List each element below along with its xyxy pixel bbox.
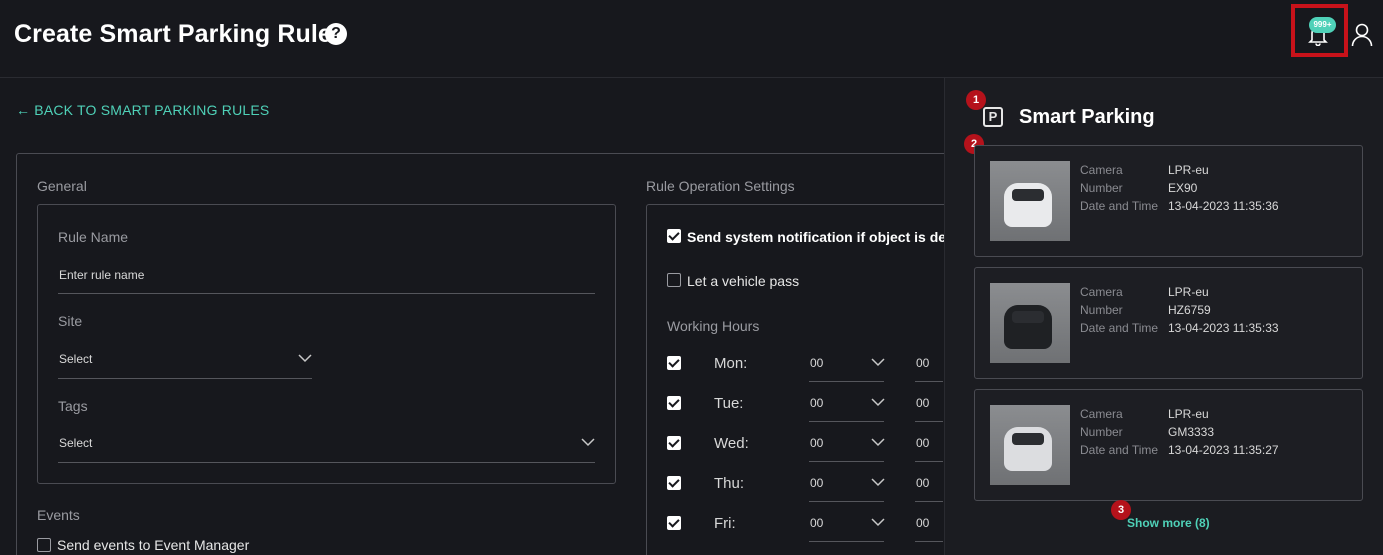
day-label-thu: Thu:: [714, 475, 745, 492]
back-to-rules-link[interactable]: ← BACK TO SMART PARKING RULES: [16, 102, 269, 118]
camera-label: Camera: [1080, 285, 1123, 299]
hour-from-mon[interactable]: 00: [810, 356, 823, 370]
hour-underline: [915, 421, 943, 422]
vehicle-thumbnail: [990, 161, 1070, 241]
working-hours-label: Working Hours: [667, 318, 760, 334]
rule-name-underline: [58, 293, 595, 294]
operation-section: [646, 204, 956, 555]
hour-chevron-down-icon[interactable]: [871, 358, 885, 367]
day-label-tue: Tue:: [714, 395, 744, 412]
notify-checkbox[interactable]: [667, 229, 681, 243]
day-label-fri: Fri:: [714, 515, 736, 532]
hour-from-tue[interactable]: 00: [810, 396, 823, 410]
hour-underline: [915, 541, 943, 542]
general-section: [37, 204, 616, 484]
tags-label: Tags: [58, 398, 88, 414]
site-chevron-down-icon[interactable]: [298, 354, 312, 363]
hour-chevron-down-icon[interactable]: [871, 438, 885, 447]
hour-chevron-down-icon[interactable]: [871, 398, 885, 407]
page-title: Create Smart Parking Rule: [14, 20, 332, 48]
panel-title: Smart Parking: [1019, 106, 1155, 128]
camera-label: Camera: [1080, 407, 1123, 421]
events-section-label: Events: [37, 507, 80, 523]
let-vehicle-pass-checkbox[interactable]: [667, 273, 681, 287]
number-label: Number: [1080, 425, 1123, 439]
camera-label: Camera: [1080, 163, 1123, 177]
vehicle-thumbnail: [990, 405, 1070, 485]
hour-underline: [809, 381, 884, 382]
site-select[interactable]: Select: [59, 352, 92, 366]
hour-to-mon[interactable]: 00: [916, 356, 929, 370]
hour-chevron-down-icon[interactable]: [871, 518, 885, 527]
hour-to-thu[interactable]: 00: [916, 476, 929, 490]
hour-underline: [915, 461, 943, 462]
number-value: GM3333: [1168, 425, 1215, 439]
notification-card[interactable]: Camera LPR-eu Number EX90 Date and Time …: [974, 145, 1363, 257]
hour-chevron-down-icon[interactable]: [871, 478, 885, 487]
rule-name-input[interactable]: Enter rule name: [59, 268, 144, 282]
site-label: Site: [58, 313, 83, 329]
notification-card[interactable]: Camera LPR-eu Number GM3333 Date and Tim…: [974, 389, 1363, 501]
day-label-wed: Wed:: [714, 435, 749, 452]
hour-from-wed[interactable]: 00: [810, 436, 823, 450]
hour-to-fri[interactable]: 00: [916, 516, 929, 530]
parking-icon: P: [983, 107, 1003, 127]
notification-count-badge[interactable]: 999+: [1309, 17, 1336, 33]
show-more-link[interactable]: Show more (8): [1127, 516, 1210, 530]
day-label-mon: Mon:: [714, 355, 748, 372]
site-underline: [58, 378, 312, 379]
datetime-value: 13-04-2023 11:35:36: [1168, 199, 1279, 213]
hour-underline: [809, 541, 884, 542]
tags-underline: [58, 462, 595, 463]
day-checkbox-fri[interactable]: [667, 516, 681, 530]
notify-label: Send system notification if object is de: [687, 229, 947, 245]
number-value: EX90: [1168, 181, 1198, 195]
general-section-label: General: [37, 178, 87, 194]
send-events-checkbox[interactable]: [37, 538, 51, 552]
datetime-value: 13-04-2023 11:35:33: [1168, 321, 1279, 335]
day-checkbox-mon[interactable]: [667, 356, 681, 370]
hour-underline: [809, 461, 884, 462]
datetime-value: 13-04-2023 11:35:27: [1168, 443, 1279, 457]
rule-name-label: Rule Name: [58, 229, 129, 245]
datetime-label: Date and Time: [1080, 321, 1159, 335]
help-icon[interactable]: ?: [325, 23, 347, 45]
camera-value: LPR-eu: [1168, 163, 1209, 177]
user-icon[interactable]: [1351, 23, 1373, 47]
tags-select[interactable]: Select: [59, 436, 92, 450]
day-checkbox-thu[interactable]: [667, 476, 681, 490]
hour-from-fri[interactable]: 00: [810, 516, 823, 530]
day-checkbox-wed[interactable]: [667, 436, 681, 450]
number-label: Number: [1080, 181, 1123, 195]
day-checkbox-tue[interactable]: [667, 396, 681, 410]
hour-to-tue[interactable]: 00: [916, 396, 929, 410]
hour-from-thu[interactable]: 00: [810, 476, 823, 490]
datetime-label: Date and Time: [1080, 199, 1159, 213]
number-value: HZ6759: [1168, 303, 1211, 317]
hour-underline: [809, 421, 884, 422]
camera-value: LPR-eu: [1168, 285, 1209, 299]
vehicle-thumbnail: [990, 283, 1070, 363]
hour-to-wed[interactable]: 00: [916, 436, 929, 450]
let-vehicle-pass-label: Let a vehicle pass: [687, 273, 800, 289]
hour-underline: [915, 381, 943, 382]
send-events-label: Send events to Event Manager: [57, 537, 250, 553]
hour-underline: [809, 501, 884, 502]
datetime-label: Date and Time: [1080, 443, 1159, 457]
tags-chevron-down-icon[interactable]: [581, 438, 595, 447]
number-label: Number: [1080, 303, 1123, 317]
camera-value: LPR-eu: [1168, 407, 1209, 421]
operation-section-label: Rule Operation Settings: [646, 178, 795, 194]
hour-underline: [915, 501, 943, 502]
notification-card[interactable]: Camera LPR-eu Number HZ6759 Date and Tim…: [974, 267, 1363, 379]
